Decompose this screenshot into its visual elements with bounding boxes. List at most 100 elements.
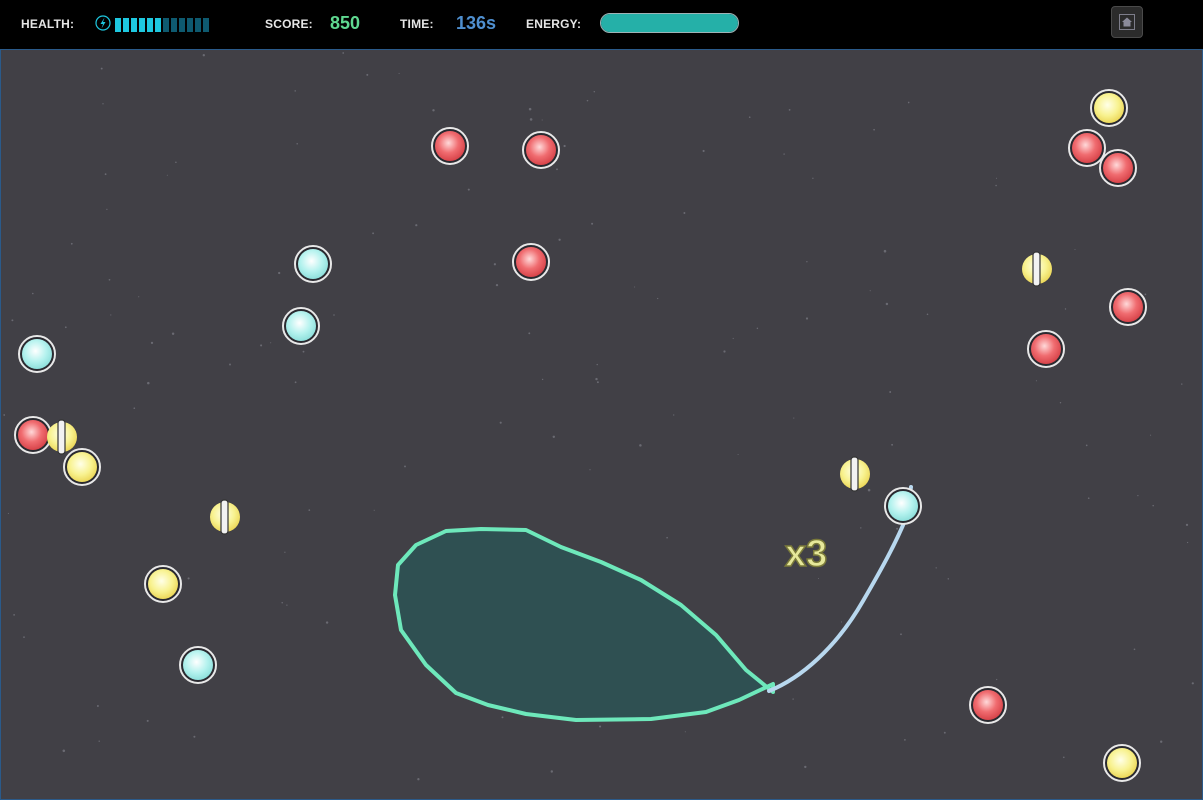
health-segment (203, 18, 209, 32)
red-orb (1068, 129, 1106, 167)
star-speck (595, 377, 598, 381)
lightning-icon (95, 15, 111, 31)
star-speck (889, 391, 892, 393)
star-speck (493, 263, 497, 266)
star-speck (1181, 383, 1183, 385)
star-speck (467, 188, 470, 191)
health-segment (139, 18, 145, 32)
star-speck (1150, 434, 1152, 436)
star-speck (133, 407, 136, 410)
star-speck (666, 536, 668, 539)
star-speck (817, 577, 820, 580)
star-speck (100, 67, 103, 70)
health-segment (115, 18, 121, 32)
star-speck (270, 342, 272, 344)
star-speck (804, 765, 807, 769)
star-speck (62, 749, 66, 753)
star-speck (541, 119, 543, 121)
star-speck (1085, 444, 1088, 447)
home-icon (1119, 14, 1135, 30)
star-speck (599, 725, 602, 728)
play-field[interactable]: x3 (1, 50, 1202, 799)
health-segment (179, 18, 185, 32)
star-speck (3, 414, 6, 416)
star-speck (732, 337, 734, 340)
energy-label: ENERGY: (526, 17, 582, 31)
star-speck (556, 168, 558, 171)
score-label: SCORE: (265, 17, 313, 31)
star-speck (229, 363, 231, 366)
star-speck (138, 296, 140, 298)
star-speck (552, 435, 556, 439)
star-speck (723, 350, 726, 353)
star-speck (748, 116, 751, 119)
shielded-orb (1022, 251, 1052, 287)
star-speck (325, 621, 329, 624)
star-speck (891, 443, 894, 446)
star-speck (907, 101, 910, 104)
star-speck (812, 177, 814, 179)
star-speck (1074, 248, 1076, 251)
star-speck (432, 109, 435, 112)
star-speck (634, 286, 636, 288)
star-speck (281, 602, 283, 604)
red-orb (522, 131, 560, 169)
star-speck (1133, 648, 1136, 651)
star-speck (13, 614, 15, 616)
health-segment (123, 18, 129, 32)
star-speck (1059, 402, 1062, 404)
multiplier-text: x3 (785, 533, 827, 575)
hud-bar: HEALTH: SCORE: 850 TIME: 136s ENERGY: (0, 0, 1203, 49)
star-speck (501, 716, 504, 719)
star-speck (294, 90, 296, 92)
cyan-orb (179, 646, 217, 684)
star-speck (398, 72, 400, 74)
star-speck (32, 292, 34, 295)
star-speck (11, 319, 14, 322)
cyan-orb (884, 487, 922, 525)
star-speck (586, 99, 589, 102)
game-arena[interactable]: x3 (0, 49, 1203, 800)
star-speck (792, 698, 794, 700)
star-speck (596, 363, 598, 366)
shielded-orb (210, 499, 240, 535)
star-speck (415, 224, 418, 227)
energy-fill (601, 14, 738, 32)
star-speck (102, 103, 104, 105)
star-speck (171, 332, 175, 335)
star-speck (108, 278, 111, 281)
star-speck (883, 249, 887, 253)
star-speck (756, 327, 759, 330)
star-speck (995, 184, 997, 187)
star-speck (788, 109, 791, 111)
time-value: 136s (456, 13, 497, 33)
star-speck (1137, 494, 1139, 497)
yellow-orb (63, 448, 101, 486)
star-speck (702, 149, 705, 153)
red-orb (512, 243, 550, 281)
star-speck (900, 633, 902, 636)
star-speck (550, 770, 554, 773)
energy-bar (600, 13, 739, 33)
star-speck (783, 153, 785, 155)
star-speck (528, 107, 532, 111)
shielded-orb (840, 456, 870, 492)
star-speck (873, 128, 875, 131)
star-speck (1185, 523, 1189, 527)
star-speck (1191, 682, 1194, 685)
cyan-orb (282, 307, 320, 345)
health-label: HEALTH: (21, 17, 75, 31)
home-button[interactable] (1111, 6, 1143, 38)
star-speck (1087, 497, 1090, 500)
health-segment (155, 18, 161, 32)
star-speck (366, 73, 369, 76)
star-speck (372, 232, 375, 235)
health-bar (115, 18, 209, 32)
star-speck (166, 174, 168, 176)
star-speck (995, 177, 998, 179)
star-speck (996, 678, 998, 681)
cyan-orb (18, 335, 56, 373)
star-speck (947, 578, 950, 580)
star-speck (896, 527, 899, 530)
star-speck (193, 735, 196, 738)
